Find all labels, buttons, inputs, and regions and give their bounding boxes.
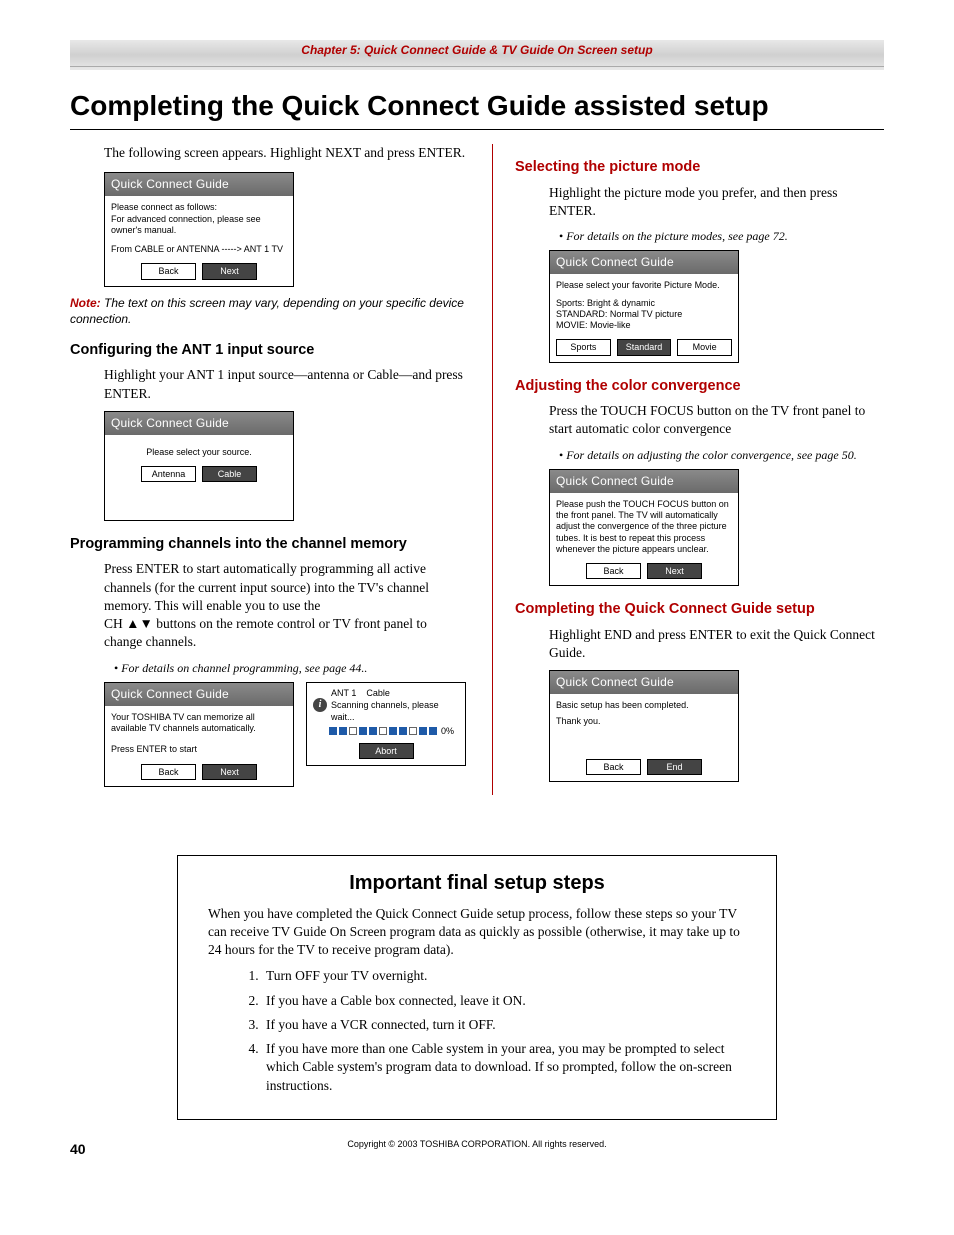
dialog-line: Please select your source. — [105, 435, 293, 462]
dialog-line: From CABLE or ANTENNA -----> ANT 1 TV — [111, 244, 287, 255]
dialog-header: Quick Connect Guide — [105, 412, 293, 435]
final-step: If you have a Cable box connected, leave… — [262, 992, 746, 1010]
dialog-connect: Quick Connect Guide Please connect as fo… — [104, 172, 294, 286]
next-button[interactable]: Next — [647, 563, 702, 579]
dialog-line: STANDARD: Normal TV picture — [556, 309, 732, 320]
body-text: Highlight the picture mode you prefer, a… — [549, 184, 884, 220]
info-icon: i — [313, 698, 327, 712]
dialog-line: Please select your favorite Picture Mode… — [556, 280, 732, 291]
dialog-line: Your TOSHIBA TV can memorize all availab… — [111, 712, 287, 735]
body-text: Highlight your ANT 1 input source—antenn… — [104, 366, 466, 402]
page-title: Completing the Quick Connect Guide assis… — [70, 87, 884, 125]
final-step: Turn OFF your TV overnight. — [262, 967, 746, 985]
dialog-source: Quick Connect Guide Please select your s… — [104, 411, 294, 521]
section-heading: Programming channels into the channel me… — [70, 535, 466, 555]
up-down-icon: ▲▼ — [126, 616, 153, 631]
dialog-convergence: Quick Connect Guide Please push the TOUC… — [549, 469, 739, 587]
section-heading: Adjusting the color convergence — [515, 377, 884, 397]
section-heading: Completing the Quick Connect Guide setup — [515, 600, 884, 620]
next-button[interactable]: Next — [202, 764, 257, 780]
abort-button[interactable]: Abort — [359, 743, 414, 759]
progress-percent: 0% — [441, 725, 454, 737]
body-text: Press ENTER to start automatically progr… — [104, 560, 466, 651]
body-text: Highlight END and press ENTER to exit th… — [549, 626, 884, 662]
end-button[interactable]: End — [647, 759, 702, 775]
final-step: If you have more than one Cable system i… — [262, 1040, 746, 1095]
final-steps-box: Important final setup steps When you hav… — [177, 855, 777, 1120]
dialog-line: MOVIE: Movie-like — [556, 320, 732, 331]
progress-bar: 0% — [307, 725, 465, 741]
bullet-note: For details on adjusting the color conve… — [559, 447, 884, 463]
back-button[interactable]: Back — [141, 764, 196, 780]
scan-text: Scanning channels, please wait... — [331, 700, 439, 722]
dialog-line: Press ENTER to start — [111, 744, 287, 755]
dialog-line: Please connect as follows: — [111, 202, 287, 213]
dialog-line: Please push the TOUCH FOCUS button on th… — [550, 493, 738, 559]
dialog-line: For advanced connection, please see owne… — [111, 214, 287, 237]
dialog-memorize: Quick Connect Guide Your TOSHIBA TV can … — [104, 682, 294, 787]
dialog-line: Sports: Bright & dynamic — [556, 298, 732, 309]
left-column: The following screen appears. Highlight … — [70, 144, 466, 795]
section-heading: Selecting the picture mode — [515, 158, 884, 178]
right-column: Selecting the picture mode Highlight the… — [492, 144, 884, 795]
dialog-header: Quick Connect Guide — [105, 683, 293, 706]
note-text: Note: The text on this screen may vary, … — [70, 295, 466, 327]
section-heading: Configuring the ANT 1 input source — [70, 341, 466, 361]
final-title: Important final setup steps — [208, 870, 746, 897]
cable-button[interactable]: Cable — [202, 466, 257, 482]
bullet-note: For details on channel programming, see … — [114, 660, 466, 676]
body-text: Press the TOUCH FOCUS button on the TV f… — [549, 402, 884, 438]
bullet-note: For details on the picture modes, see pa… — [559, 228, 884, 244]
movie-button[interactable]: Movie — [677, 339, 732, 355]
dialog-header: Quick Connect Guide — [105, 173, 293, 196]
dialog-picture-mode: Quick Connect Guide Please select your f… — [549, 250, 739, 362]
chapter-header: Chapter 5: Quick Connect Guide & TV Guid… — [70, 42, 884, 58]
ant-label: ANT 1 — [331, 688, 356, 698]
back-button[interactable]: Back — [586, 759, 641, 775]
dialog-header: Quick Connect Guide — [550, 671, 738, 694]
back-button[interactable]: Back — [141, 263, 196, 279]
dialog-scanning: i ANT 1 Cable Scanning channels, please … — [306, 682, 466, 767]
back-button[interactable]: Back — [586, 563, 641, 579]
cable-label: Cable — [366, 688, 390, 698]
antenna-button[interactable]: Antenna — [141, 466, 196, 482]
sports-button[interactable]: Sports — [556, 339, 611, 355]
final-step: If you have a VCR connected, turn it OFF… — [262, 1016, 746, 1034]
dialog-header: Quick Connect Guide — [550, 251, 738, 274]
dialog-header: Quick Connect Guide — [550, 470, 738, 493]
final-intro: When you have completed the Quick Connec… — [208, 905, 746, 960]
dialog-line: Thank you. — [556, 716, 732, 727]
next-button[interactable]: Next — [202, 263, 257, 279]
standard-button[interactable]: Standard — [617, 339, 672, 355]
dialog-line: Basic setup has been completed. — [556, 700, 732, 711]
dialog-complete: Quick Connect Guide Basic setup has been… — [549, 670, 739, 782]
intro-text: The following screen appears. Highlight … — [104, 144, 466, 162]
